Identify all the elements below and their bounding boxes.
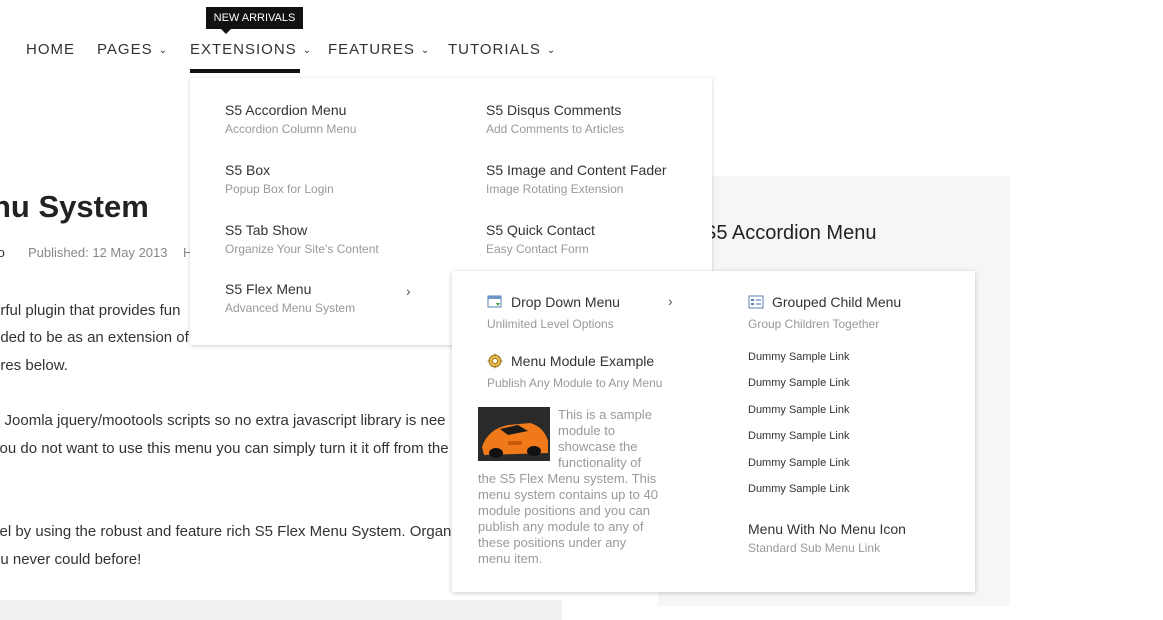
menu-item-no-menu-icon[interactable]: Menu With No Menu Icon Standard Sub Menu… [748,521,906,555]
article-text-line: erful plugin that provides fun [0,302,181,319]
dummy-sample-link[interactable]: Dummy Sample Link [748,404,849,416]
nav-item-extensions[interactable]: EXTENSIONS ⌄ [190,41,312,58]
nav-item-label: FEATURES [328,41,415,58]
menu-item-subtitle: Image Rotating Extension [486,182,624,196]
menu-item-subtitle: Add Comments to Articles [486,122,625,136]
chevron-down-icon: ⌄ [302,45,313,56]
chevron-down-icon: ⌄ [420,45,431,56]
main-navigation: HOME PAGES ⌄ EXTENSIONS ⌄ FEATURES ⌄ TUTORI… [0,0,1163,80]
menu-item-s5-quick-contact[interactable]: S5 Quick Contact Easy Contact Form [486,222,595,256]
menu-item-title: Menu With No Menu Icon [748,521,906,537]
menu-item-title: S5 Box [225,162,271,178]
menu-item-title: Grouped Child Menu [772,293,902,310]
dummy-sample-link[interactable]: Dummy Sample Link [748,377,849,389]
article-text-line: ou never could before! [0,551,142,568]
menu-item-subtitle: Unlimited Level Options [487,317,614,331]
menu-item-title: S5 Accordion Menu [225,102,347,118]
menu-item-title: S5 Disqus Comments [486,102,622,118]
menu-item-s5-flex-menu[interactable]: S5 Flex Menu Advanced Menu System [225,281,355,315]
menu-item-subtitle: Standard Sub Menu Link [748,541,881,555]
menu-item-s5-box[interactable]: S5 Box Popup Box for Login [225,162,334,196]
nav-item-label: HOME [26,41,75,58]
chevron-down-icon: ⌄ [546,45,557,56]
article-author: fo [0,245,5,260]
article-text-line: e Joomla jquery/mootools scripts so no e… [0,412,446,429]
content-panel-bottom [0,600,562,620]
nav-item-tutorials[interactable]: TUTORIALS ⌄ [448,41,556,58]
nav-item-label: EXTENSIONS [190,41,297,58]
nav-item-label: PAGES [97,41,153,58]
dropdown-menu-icon [487,294,503,310]
menu-item-subtitle: Advanced Menu System [225,301,356,315]
menu-item-s5-accordion-menu[interactable]: S5 Accordion Menu Accordion Column Menu [225,102,356,136]
article-text-line: nded to be as an extension of [0,329,189,346]
menu-item-title: S5 Tab Show [225,222,308,238]
menu-item-subtitle: Popup Box for Login [225,182,334,196]
menu-item-s5-image-content-fader[interactable]: S5 Image and Content Fader Image Rotatin… [486,162,667,196]
menu-item-subtitle: Organize Your Site's Content [225,242,379,256]
flex-menu-submenu: Drop Down Menu Unlimited Level Options ›… [452,271,975,592]
menu-item-drop-down-menu[interactable]: Drop Down Menu Unlimited Level Options [487,293,620,331]
sample-module: This is a sample module to showcase the … [478,407,660,567]
menu-item-title: S5 Quick Contact [486,222,595,238]
dummy-sample-link[interactable]: Dummy Sample Link [748,351,849,363]
menu-item-subtitle: Accordion Column Menu [225,122,357,136]
nav-item-label: TUTORIALS [448,41,541,58]
dummy-sample-link[interactable]: Dummy Sample Link [748,483,849,495]
chevron-right-icon: › [668,293,673,309]
menu-item-subtitle: Publish Any Module to Any Menu [487,376,663,390]
menu-item-title: Drop Down Menu [511,293,620,310]
article-text-line: you do not want to use this menu you can… [0,440,449,457]
menu-item-title: S5 Flex Menu [225,281,312,297]
article-published-date: Published: 12 May 2013 [28,245,168,260]
menu-item-subtitle: Easy Contact Form [486,242,589,256]
menu-item-grouped-child-menu[interactable]: Grouped Child Menu Group Children Togeth… [748,293,901,331]
grouped-menu-icon [748,294,764,310]
article-text-line: vel by using the robust and feature rich… [0,523,452,540]
car-image [478,407,550,461]
chevron-right-icon: › [406,283,411,299]
menu-item-s5-disqus-comments[interactable]: S5 Disqus Comments Add Comments to Artic… [486,102,624,136]
article-title: nu System [0,189,149,224]
dummy-sample-link[interactable]: Dummy Sample Link [748,430,849,442]
menu-item-title: Menu Module Example [511,352,655,369]
sidebar-title: S5 Accordion Menu [703,222,877,244]
article-text-line: ures below. [0,357,68,374]
menu-item-subtitle: Group Children Together [748,317,880,331]
menu-item-title: S5 Image and Content Fader [486,162,667,178]
nav-item-pages[interactable]: PAGES ⌄ [97,41,168,58]
gear-icon [487,352,503,369]
nav-item-features[interactable]: FEATURES ⌄ [328,41,430,58]
menu-item-s5-tab-show[interactable]: S5 Tab Show Organize Your Site's Content [225,222,379,256]
new-arrivals-badge: NEW ARRIVALS [206,7,303,34]
nav-active-indicator [190,69,300,73]
chevron-down-icon: ⌄ [158,45,168,56]
dummy-sample-link[interactable]: Dummy Sample Link [748,457,849,469]
menu-item-menu-module-example[interactable]: Menu Module Example Publish Any Module t… [487,352,662,390]
nav-item-home[interactable]: HOME [26,41,75,58]
